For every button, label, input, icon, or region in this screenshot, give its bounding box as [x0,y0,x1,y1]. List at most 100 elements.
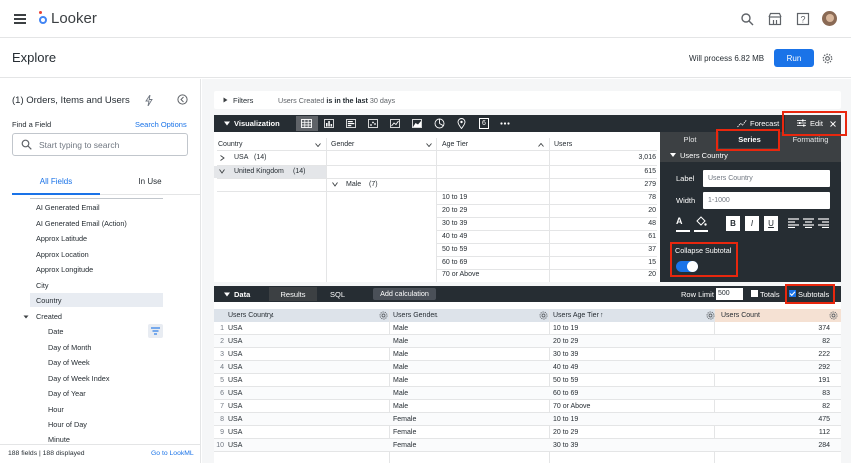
gear-icon[interactable] [539,311,548,320]
search-icon[interactable] [740,12,754,26]
field-item[interactable]: Hour [48,405,64,414]
subtotals-checkbox[interactable] [789,290,796,297]
field-item[interactable]: Day of Month [48,343,91,352]
column-header-users-gender[interactable]: Users Gender [393,312,437,319]
cell-users-count: 191 [818,377,830,384]
series-label-input[interactable]: Users Country [703,170,830,187]
field-item[interactable]: Date [48,327,63,336]
field-item[interactable]: Approx Location [36,250,89,259]
field-item[interactable]: Minute [48,435,70,444]
more-icon[interactable] [500,122,510,125]
add-calculation-button[interactable]: Add calculation [373,288,436,300]
tab-results[interactable]: Results [269,290,317,299]
caret-right-icon[interactable] [220,155,225,161]
scatter-chart-icon[interactable] [368,119,378,128]
scroll-edge [30,198,163,199]
help-icon[interactable]: ? [796,12,810,26]
tab-in-use[interactable]: In Use [100,170,200,195]
map-pin-icon[interactable] [457,118,466,129]
collapse-subtotal-toggle[interactable] [676,261,698,272]
caret-down-icon[interactable] [23,314,29,320]
area-chart-icon[interactable] [412,119,422,128]
column-header-users-age-tier[interactable]: Users Age Tier [553,312,599,319]
row-number: 3 [220,351,224,358]
user-avatar[interactable] [822,11,837,26]
underline-button[interactable]: U [764,216,778,231]
data-label[interactable]: Data [234,290,250,299]
align-left-icon[interactable] [788,218,799,228]
sort-desc-icon: ↓ [271,312,275,319]
bold-button[interactable]: B [726,216,740,231]
field-item[interactable]: Approx Latitude [36,234,87,243]
gear-icon[interactable] [822,53,833,64]
row-limit-input[interactable]: 500 [716,288,743,300]
bolt-icon[interactable] [145,95,153,106]
field-item[interactable]: AI Generated Email (Action) [36,219,127,228]
caret-down-icon[interactable] [670,153,676,157]
filter-by-field-button[interactable] [148,324,163,338]
line-chart-icon[interactable] [390,119,400,128]
forecast-button[interactable]: Forecast [750,119,779,128]
column-header-users-count[interactable]: Users Count [721,312,760,319]
column-chart-icon[interactable] [324,119,334,128]
tab-sql[interactable]: SQL [330,290,345,299]
edit-button[interactable]: Edit [810,119,823,128]
series-width-input[interactable]: 1-1000 [703,192,830,209]
collapse-sidebar-icon[interactable] [177,94,188,105]
chevron-down-icon[interactable] [426,143,432,147]
run-button[interactable]: Run [774,49,814,67]
viz-header-country[interactable]: Country [218,141,243,148]
align-right-icon[interactable] [818,218,829,228]
paint-bucket-icon[interactable] [695,216,707,227]
cell-gender: Male [393,338,409,345]
viz-header-gender[interactable]: Gender [331,141,354,148]
bar-chart-icon[interactable] [346,119,356,128]
field-item[interactable]: Country [36,296,62,305]
find-field-label: Find a Field [12,120,52,129]
field-item[interactable]: City [36,281,49,290]
field-item[interactable]: Day of Year [48,389,86,398]
tab-formatting[interactable]: Formatting [780,135,841,144]
table-viz-icon[interactable] [301,119,312,128]
field-item[interactable]: Day of Week Index [48,374,110,383]
tab-series[interactable]: Series [719,135,780,144]
font-color-button[interactable]: A [676,216,683,226]
viz-header-age-tier[interactable]: Age Tier [442,141,468,148]
forecast-icon[interactable] [737,119,747,128]
looker-logo[interactable]: Looker [38,10,97,27]
field-item[interactable]: AI Generated Email [36,203,100,212]
visualization-label[interactable]: Visualization [234,119,280,128]
column-header-users-country[interactable]: Users Country [228,312,273,319]
search-icon [21,139,32,150]
group-created[interactable]: Created [36,312,62,321]
caret-down-icon[interactable] [224,121,230,126]
tab-all-fields[interactable]: All Fields [12,170,100,195]
field-item[interactable]: Day of Week [48,358,90,367]
single-value-viz-icon[interactable]: 6 [479,118,489,129]
field-item[interactable]: Hour of Day [48,420,87,429]
field-item[interactable]: Approx Longitude [36,265,93,274]
chevron-up-icon[interactable] [538,143,544,147]
gear-icon[interactable] [706,311,715,320]
field-search-input[interactable]: Start typing to search [12,133,188,156]
search-options-link[interactable]: Search Options [135,120,187,129]
chevron-down-icon[interactable] [315,143,321,147]
menu-icon[interactable] [14,14,26,24]
totals-checkbox[interactable] [751,290,758,297]
cell-age-tier: 20 to 29 [553,338,579,345]
go-to-lookml-link[interactable]: Go to LookML [151,450,194,457]
caret-down-icon[interactable] [219,169,225,174]
font-color-swatch [676,230,690,232]
caret-down-icon[interactable] [224,292,230,297]
italic-button[interactable]: I [745,216,759,231]
close-icon[interactable] [830,121,836,127]
marketplace-icon[interactable] [768,12,782,26]
caret-down-icon[interactable] [332,182,338,187]
tab-plot[interactable]: Plot [660,135,720,144]
check-icon [789,291,796,297]
pie-chart-icon[interactable] [434,118,445,129]
viz-header-users[interactable]: Users [554,141,572,148]
gear-icon[interactable] [379,311,388,320]
gear-icon[interactable] [829,311,838,320]
align-center-icon[interactable] [803,218,814,228]
